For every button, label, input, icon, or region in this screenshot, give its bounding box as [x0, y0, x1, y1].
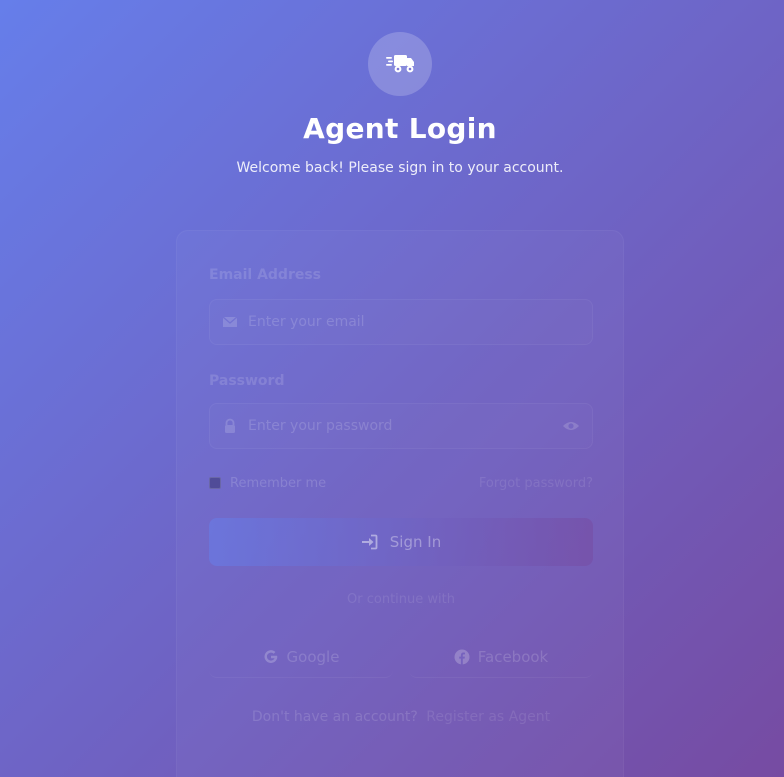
forgot-password-link[interactable]: Forgot password? [479, 476, 593, 491]
envelope-icon [222, 316, 238, 327]
password-label: Password [209, 373, 285, 389]
register-row: Don't have an account? Register as Agent [177, 709, 625, 725]
sign-in-button[interactable]: Sign In [209, 518, 593, 566]
social-divider: Or continue with [347, 592, 455, 607]
password-field-wrapper [209, 403, 593, 449]
google-button[interactable]: Google [209, 636, 393, 678]
register-link[interactable]: Register as Agent [426, 709, 550, 725]
email-label: Email Address [209, 267, 322, 283]
truck-fast-icon [386, 55, 414, 73]
google-label: Google [286, 647, 340, 666]
remember-row: Remember me Forgot password? [209, 476, 593, 497]
facebook-label: Facebook [477, 647, 549, 666]
google-icon [264, 649, 277, 663]
login-card: Email Address Password Remember me Forgo [176, 230, 624, 777]
logo-badge [368, 32, 432, 96]
email-input[interactable] [248, 300, 548, 344]
password-input[interactable] [248, 404, 548, 448]
lock-icon [225, 418, 235, 433]
sign-in-label: Sign In [389, 533, 442, 551]
sign-in-icon [361, 534, 378, 550]
register-prompt: Don't have an account? [251, 709, 418, 725]
facebook-button[interactable]: Facebook [409, 636, 593, 678]
remember-checkbox[interactable] [209, 477, 221, 489]
login-page: Agent Login Welcome back! Please sign in… [0, 0, 784, 777]
eye-icon[interactable] [562, 418, 580, 434]
facebook-icon [454, 649, 470, 664]
page-subtitle: Welcome back! Please sign in to your acc… [236, 160, 564, 176]
email-field-wrapper [209, 299, 593, 345]
remember-label: Remember me [230, 476, 327, 491]
page-title: Agent Login [303, 112, 497, 145]
